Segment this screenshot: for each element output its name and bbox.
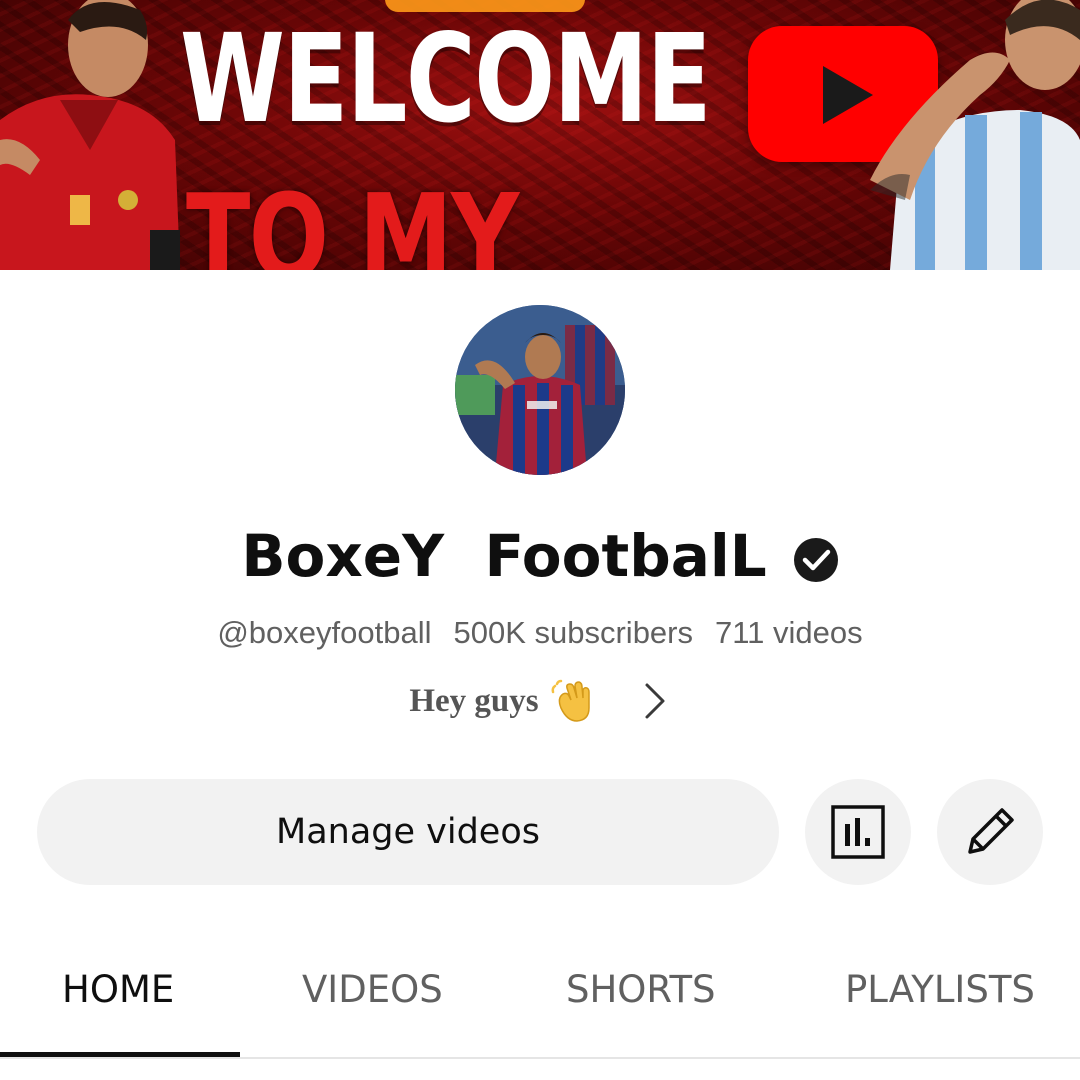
channel-avatar[interactable] bbox=[455, 305, 625, 475]
analytics-button[interactable] bbox=[805, 779, 911, 885]
banner-welcome-text: WELCOME bbox=[180, 8, 712, 150]
avatar-photo bbox=[455, 305, 625, 475]
banner-player-right-image bbox=[870, 0, 1080, 270]
channel-meta: @boxeyfootball 500K subscribers 711 vide… bbox=[0, 615, 1080, 651]
banner-player-left-image bbox=[0, 0, 180, 270]
channel-page: WELCOME TO MY CHANNEL bbox=[0, 0, 1080, 1080]
banner-channel-text: TO MY CHANNEL bbox=[186, 168, 519, 270]
verified-check-icon bbox=[793, 537, 839, 583]
manage-videos-button[interactable]: Manage videos bbox=[37, 779, 779, 885]
channel-name-row: BoxeY FootbalL bbox=[0, 522, 1080, 590]
channel-name: BoxeY FootbalL bbox=[241, 522, 767, 590]
waving-hand-icon bbox=[549, 678, 595, 724]
tab-shorts[interactable]: SHORTS bbox=[566, 968, 716, 1011]
channel-description[interactable]: Hey guys bbox=[409, 683, 538, 720]
channel-handle[interactable]: @boxeyfootball bbox=[217, 615, 431, 651]
analytics-icon bbox=[831, 805, 885, 859]
subscriber-count: 500K subscribers bbox=[453, 615, 693, 650]
channel-description-row[interactable]: Hey guys bbox=[0, 678, 1080, 724]
tabs-divider bbox=[0, 1057, 1080, 1059]
video-count: 711 videos bbox=[715, 615, 863, 650]
pencil-icon bbox=[968, 808, 1014, 854]
channel-tabs: HOME VIDEOS SHORTS PLAYLISTS bbox=[0, 930, 1080, 1058]
edit-channel-button[interactable] bbox=[937, 779, 1043, 885]
channel-banner: WELCOME TO MY CHANNEL bbox=[0, 0, 1080, 270]
tab-home[interactable]: HOME bbox=[62, 968, 174, 1011]
chevron-right-icon[interactable] bbox=[637, 678, 671, 724]
tab-playlists[interactable]: PLAYLISTS bbox=[845, 968, 1035, 1011]
tab-videos[interactable]: VIDEOS bbox=[302, 968, 443, 1011]
